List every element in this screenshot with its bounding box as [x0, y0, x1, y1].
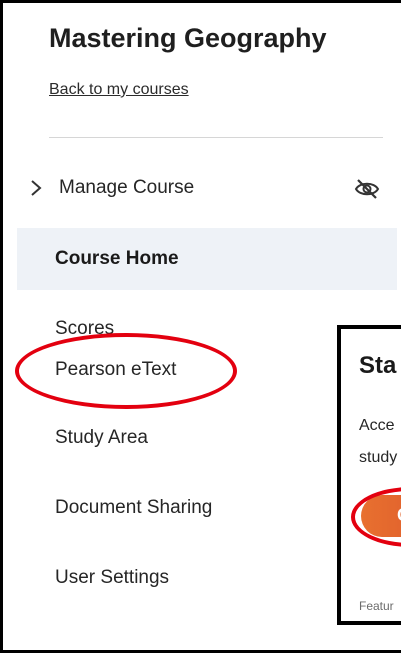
open-etext-button[interactable]: O: [361, 495, 401, 537]
card-description-line2: study: [359, 449, 398, 466]
course-title: Mastering Geography: [49, 23, 327, 53]
card-description-line1: Acce: [359, 417, 395, 434]
manage-course-toggle[interactable]: Manage Course: [29, 175, 389, 203]
card-footer-text: Featur: [359, 599, 394, 613]
chevron-right-icon: [31, 180, 42, 196]
divider: [49, 137, 383, 138]
eye-off-icon[interactable]: [353, 175, 381, 203]
sidebar-item-course-home[interactable]: Course Home: [17, 228, 397, 290]
etext-promo-card: Sta Acce study O Featur: [337, 325, 401, 625]
card-title: Sta: [359, 352, 397, 379]
back-to-courses-link[interactable]: Back to my courses: [49, 81, 189, 99]
course-sidebar-panel: Mastering Geography Back to my courses M…: [0, 0, 401, 653]
manage-course-label: Manage Course: [59, 177, 195, 198]
open-button-label: O: [397, 505, 401, 526]
